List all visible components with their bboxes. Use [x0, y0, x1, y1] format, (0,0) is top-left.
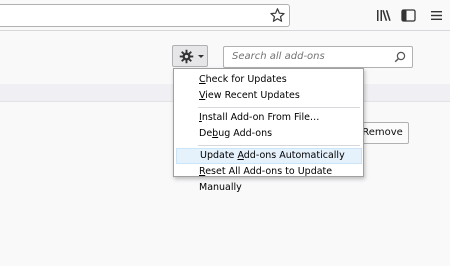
menu-item-debug-addons[interactable]: Debug Add-ons	[176, 126, 362, 142]
tools-menu-button[interactable]	[172, 45, 208, 67]
browser-toolbar	[0, 0, 450, 31]
menu-separator	[198, 145, 360, 146]
library-icon[interactable]	[375, 7, 392, 24]
menu-item-reset-manual-updates[interactable]: Reset All Add-ons to Update Manually	[176, 164, 362, 193]
hamburger-menu-icon[interactable]	[428, 7, 445, 24]
chevron-down-icon	[198, 55, 204, 58]
menu-item-update-automatically[interactable]: Update Add-ons Automatically	[176, 148, 362, 164]
bookmark-star-icon[interactable]	[269, 7, 286, 24]
sidebar-icon[interactable]	[400, 7, 417, 24]
gear-icon	[179, 49, 194, 64]
menu-separator	[198, 107, 360, 108]
menu-item-install-from-file[interactable]: Install Add-on From File…	[176, 110, 362, 126]
search-placeholder: Search all add-ons	[232, 51, 325, 62]
tools-dropdown-menu: Check for Updates View Recent Updates In…	[173, 68, 364, 193]
url-bar[interactable]	[0, 4, 290, 27]
menu-item-check-for-updates[interactable]: Check for Updates	[176, 72, 362, 88]
magnifier-icon[interactable]	[394, 51, 406, 63]
search-input[interactable]: Search all add-ons	[223, 46, 413, 68]
menu-item-view-recent-updates[interactable]: View Recent Updates	[176, 88, 362, 104]
